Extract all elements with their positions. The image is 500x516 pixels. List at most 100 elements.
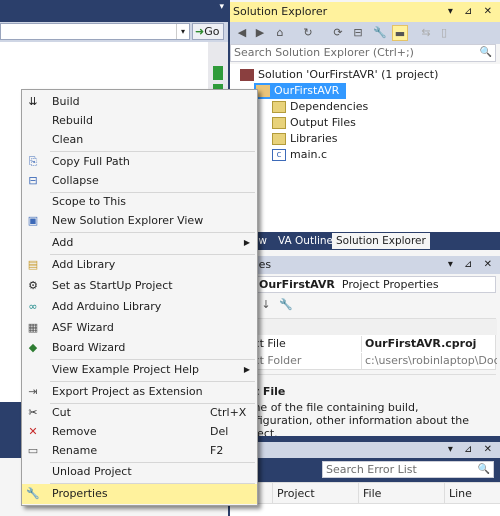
folder-icon <box>272 133 286 145</box>
menu-item-scope-to-this[interactable]: Scope to This <box>22 192 257 212</box>
menu-item-copy-full-path[interactable]: ⎘ Copy Full Path <box>22 152 257 172</box>
menu-item-label: Add Library <box>52 258 116 271</box>
board-icon: ◆ <box>28 341 38 354</box>
sync-icon[interactable]: ↻ <box>300 25 316 41</box>
asf-icon: ▦ <box>27 321 39 334</box>
submenu-arrow-icon: ▶ <box>243 365 250 374</box>
panel-window-controls[interactable]: ▾ ⊿ ✕ <box>448 2 496 22</box>
menu-item-label: Export Project as Extension <box>52 385 203 398</box>
properties-object-combo[interactable]: OurFirstAVR Project Properties <box>232 276 496 293</box>
tab-va-outline[interactable]: VA Outline <box>274 233 337 249</box>
menu-item-label: Set as StartUp Project <box>52 279 173 292</box>
wrench-icon[interactable]: 🔧 <box>278 297 294 313</box>
menu-item-add-library[interactable]: ▤ Add Library <box>22 255 257 275</box>
menu-item-properties[interactable]: 🔧 Properties <box>22 484 257 504</box>
tree-item-dependencies[interactable]: Dependencies <box>272 99 368 115</box>
solution-explorer-tabs: View VA Outline Solution Explorer <box>230 232 500 250</box>
forward-icon[interactable]: ▶ <box>252 25 268 41</box>
menu-item-label: Board Wizard <box>52 341 126 354</box>
wrench-icon[interactable]: 🔧 <box>372 25 388 41</box>
solution-explorer-title: Solution Explorer ▾ ⊿ ✕ <box>230 2 500 22</box>
property-row[interactable]: oject File OurFirstAVR.cproj <box>233 336 497 352</box>
new-view-icon: ▣ <box>27 214 39 227</box>
library-icon: ▤ <box>27 258 39 271</box>
collapse-icon: ⊟ <box>28 174 38 187</box>
refresh-icon[interactable]: ⟳ <box>330 25 346 41</box>
property-row[interactable]: oject Folder c:\users\robinlaptop\Docume <box>233 353 497 369</box>
project-icon <box>256 85 270 97</box>
tree-project-node[interactable]: OurFirstAVR <box>254 83 346 99</box>
menu-item-add-arduino-library[interactable]: ∞ Add Arduino Library <box>22 297 257 317</box>
tree-label: Dependencies <box>290 100 369 113</box>
menu-item-label: Scope to This <box>52 195 127 208</box>
menu-item-label: Add Arduino Library <box>52 300 162 313</box>
search-icon[interactable]: 🔍 <box>480 45 492 61</box>
preview-icon[interactable]: ▯ <box>436 25 452 41</box>
menu-item-cut[interactable]: ✂ Cut Ctrl+X <box>22 403 257 423</box>
menu-shortcut: Ctrl+X <box>210 406 247 419</box>
menu-item-board-wizard[interactable]: ◆ Board Wizard <box>22 338 257 358</box>
tree-solution-node[interactable]: Solution 'OurFirstAVR' (1 project) <box>240 67 438 83</box>
collapse-all-icon[interactable]: ⊟ <box>350 25 366 41</box>
error-list-search-input[interactable]: Search Error List 🔍 <box>322 461 494 478</box>
menu-item-label: Cut <box>52 406 71 419</box>
solution-explorer-toolbar: ◀ ▶ ⌂ ↻ ⟳ ⊟ 🔧 ▬ ⇆ ▯ <box>230 22 500 44</box>
tree-item-libraries[interactable]: Libraries <box>272 131 338 147</box>
tree-label: Libraries <box>290 132 338 145</box>
description-text: name of the file containing build, confi… <box>236 401 470 440</box>
menu-item-collapse[interactable]: ⊟ Collapse <box>22 171 257 191</box>
menu-shortcut: Del <box>210 425 229 438</box>
back-icon[interactable]: ◀ <box>234 25 250 41</box>
tree-label: OurFirstAVR <box>274 84 340 97</box>
column-header-file[interactable]: File <box>358 483 444 504</box>
code-map-icon[interactable]: ⇆ <box>418 25 434 41</box>
property-value[interactable]: OurFirstAVR.cproj <box>361 336 497 352</box>
column-header-project[interactable]: Project <box>272 483 358 504</box>
property-category[interactable]: sc <box>233 319 497 335</box>
menu-item-add[interactable]: Add ▶ <box>22 233 257 253</box>
menu-item-export-project[interactable]: ⇥ Export Project as Extension <box>22 382 257 402</box>
menu-item-unload-project[interactable]: Unload Project <box>22 462 257 482</box>
solution-search-input[interactable]: Search Solution Explorer (Ctrl+;) 🔍 <box>230 44 496 62</box>
menu-item-view-example-help[interactable]: View Example Project Help ▶ <box>22 360 257 380</box>
change-marker <box>213 66 223 80</box>
menu-item-label: Add <box>52 236 74 249</box>
tab-dropdown-icon[interactable]: ▾ <box>219 2 224 12</box>
home-icon[interactable]: ⌂ <box>272 25 288 41</box>
sort-alpha-icon[interactable]: ↓ <box>258 297 274 313</box>
properties-title: perties ▾ ⊿ ✕ <box>230 256 500 274</box>
properties-toolbar: ↓ 🔧 <box>232 295 496 315</box>
tree-label: Output Files <box>290 116 356 129</box>
menu-item-label: New Solution Explorer View <box>52 214 204 227</box>
menu-item-remove[interactable]: ✕ Remove Del <box>22 422 257 442</box>
menu-item-clean[interactable]: Clean <box>22 130 257 150</box>
panel-window-controls[interactable]: ▾ ⊿ ✕ <box>448 256 496 274</box>
menu-item-rebuild[interactable]: Rebuild <box>22 111 257 131</box>
property-value[interactable]: c:\users\robinlaptop\Docume <box>361 353 497 369</box>
go-button[interactable]: ➜Go <box>192 23 224 40</box>
build-icon: ⇊ <box>28 95 38 108</box>
search-placeholder: Search Error List <box>326 463 417 476</box>
search-placeholder: Search Solution Explorer (Ctrl+;) <box>234 46 414 59</box>
chevron-down-icon[interactable]: ▾ <box>176 24 189 39</box>
error-list-header: Project File Line <box>230 482 500 504</box>
tab-solution-explorer[interactable]: Solution Explorer <box>332 233 430 249</box>
menu-item-label: Collapse <box>52 174 99 187</box>
tree-item-output-files[interactable]: Output Files <box>272 115 356 131</box>
panel-window-controls[interactable]: ▾ ⊿ ✕ <box>448 442 496 458</box>
menu-item-build[interactable]: ⇊ Build <box>22 92 257 112</box>
menu-item-label: Rebuild <box>52 114 93 127</box>
arduino-icon: ∞ <box>28 300 38 313</box>
folder-icon <box>272 117 286 129</box>
search-icon[interactable]: 🔍 <box>478 462 490 477</box>
navigation-combo[interactable]: ▾ <box>0 23 190 40</box>
menu-item-set-startup[interactable]: ⚙ Set as StartUp Project <box>22 276 257 296</box>
column-header-line[interactable]: Line <box>444 483 500 504</box>
menu-shortcut: F2 <box>210 444 224 457</box>
menu-item-rename[interactable]: ▭ Rename F2 <box>22 441 257 461</box>
menu-item-new-solution-explorer-view[interactable]: ▣ New Solution Explorer View <box>22 211 257 231</box>
pin-icon[interactable]: ▬ <box>392 25 408 41</box>
menu-item-label: Copy Full Path <box>52 155 130 168</box>
menu-item-asf-wizard[interactable]: ▦ ASF Wizard <box>22 318 257 338</box>
tree-item-main-c[interactable]: c main.c <box>272 147 327 163</box>
